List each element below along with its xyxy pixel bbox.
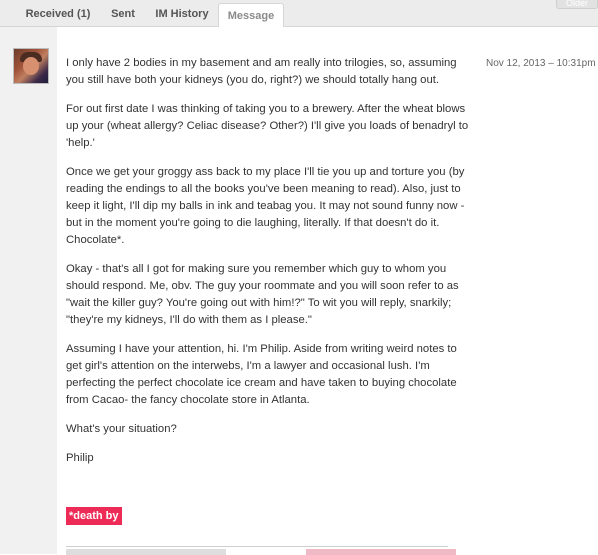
message-paragraph: I only have 2 bodies in my basement and … [66,57,457,86]
message-body: I only have 2 bodies in my basement and … [66,55,476,479]
footnote-highlight: *death by [66,507,122,525]
message-date: Nov 12, 2013 – 10:31pm [486,58,596,69]
tab-received[interactable]: Received (1) [14,2,102,26]
avatar-face [23,57,39,75]
tab-im-history[interactable]: IM History [146,2,218,26]
message-paragraph: Once we get your groggy ass back to my p… [66,166,465,246]
tab-message[interactable]: Message [218,3,284,29]
sender-avatar[interactable] [13,48,49,84]
older-button[interactable]: Older [556,0,598,9]
message-paragraph: What's your situation? [66,423,177,435]
next-message-preview[interactable] [66,549,226,555]
message-signature: Philip [66,452,94,464]
message-paragraph: For out first date I was thinking of tak… [66,103,469,149]
message-paragraph: Assuming I have your attention, hi. I'm … [66,343,457,406]
tab-sent[interactable]: Sent [104,2,142,26]
message-tab-bar: Received (1) Sent IM History Message Old… [0,0,598,29]
message-paragraph: Okay - that's all I got for making sure … [66,263,459,326]
sender-column [0,27,57,554]
next-message-link[interactable] [306,549,456,555]
message-divider [66,546,448,547]
